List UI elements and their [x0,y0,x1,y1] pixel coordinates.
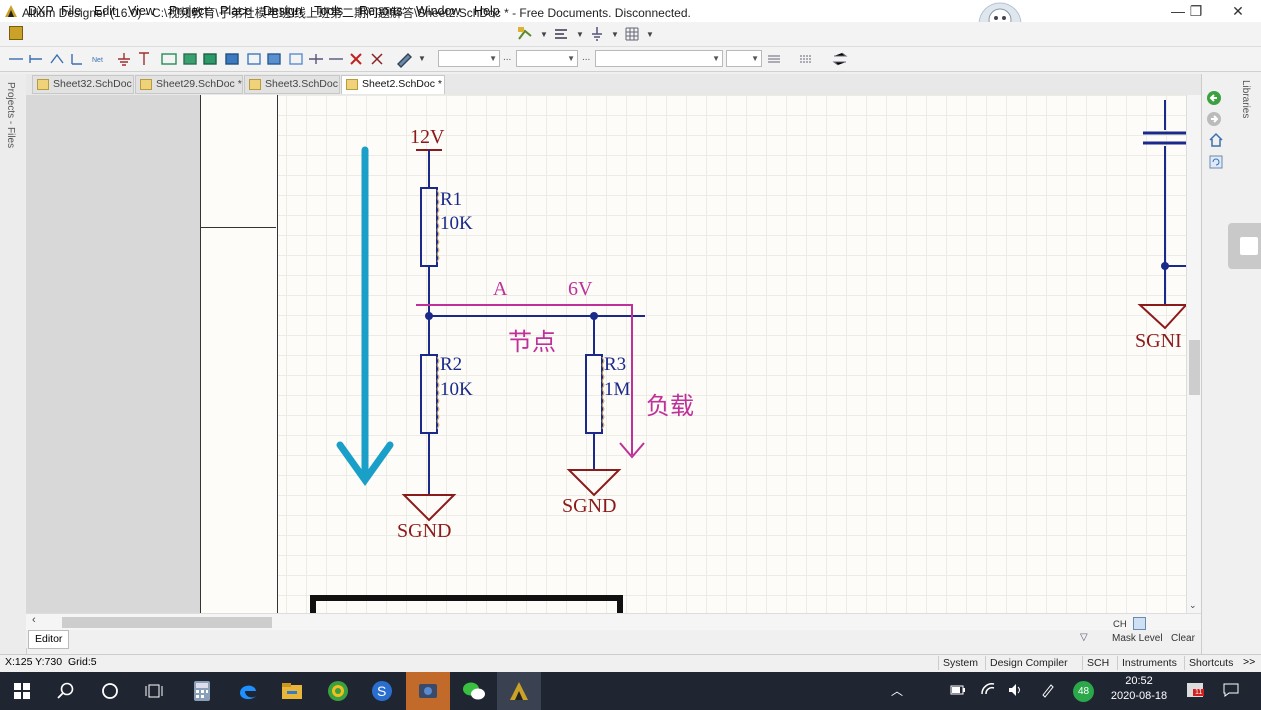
r2-value[interactable]: 10K [440,379,473,401]
more-panels-button[interactable]: >> [1243,656,1255,668]
cursor-coordinates: X:125 Y:730 [5,656,63,668]
design-compiler-button[interactable]: Design Compiler [985,656,1068,670]
scroll-down-icon[interactable]: ⌄ [1189,600,1197,611]
junction-dot [425,312,433,320]
ground-label-r3[interactable]: SGND [562,495,616,518]
clock-time: 20:52 [1125,675,1153,687]
battery-icon[interactable] [950,684,966,699]
badge-count: 48 [1077,686,1090,697]
cortana-icon[interactable] [88,672,132,710]
libraries-panel-tab[interactable]: Libraries [1240,80,1251,118]
refresh-icon[interactable] [1208,154,1224,173]
ground-label-r2[interactable]: SGND [397,520,451,543]
vertical-scrollbar[interactable] [1186,95,1202,613]
wifi-icon[interactable] [980,682,996,699]
scroll-thumb[interactable] [1189,340,1200,395]
recording-app-icon[interactable] [406,672,450,710]
sch-button[interactable]: SCH [1082,656,1109,670]
scroll-thumb[interactable] [62,617,272,628]
system-button[interactable]: System [938,656,978,670]
ch-toggle-icon[interactable] [1133,617,1146,630]
ch-label: CH [1113,619,1127,630]
svg-text:S: S [377,683,386,699]
browser-360-icon[interactable] [316,672,360,710]
horizontal-scrollbar[interactable] [26,613,1201,631]
editor-row [26,630,1201,648]
volume-icon[interactable] [1008,683,1024,700]
sogou-icon[interactable]: S [360,672,404,710]
r1-designator[interactable]: R1 [440,189,462,211]
notification-badge[interactable]: 48 [1073,681,1094,702]
clock-date: 2020-08-18 [1110,690,1168,702]
file-explorer-icon[interactable] [270,672,314,710]
r2-designator[interactable]: R2 [440,354,462,376]
edge-browser-icon[interactable] [226,672,270,710]
node-annotation: 节点 [508,328,556,356]
load-annotation: 负载 [646,392,694,420]
junction-dot [1161,262,1169,270]
ground-label-right[interactable]: SGNI [1135,330,1182,353]
schematic-drawing [310,100,1189,613]
wechat-icon[interactable] [452,672,496,710]
schematic-wires [416,100,1186,495]
r3-designator[interactable]: R3 [604,354,626,376]
power-port-label[interactable]: 12V [410,126,444,149]
mask-level-button[interactable]: Mask Level [1112,633,1163,644]
altium-taskbar-icon[interactable] [497,672,541,710]
forward-icon[interactable] [1206,111,1222,130]
home-icon[interactable] [1208,132,1224,151]
status-bar [0,654,1261,673]
instruments-button[interactable]: Instruments [1117,656,1177,670]
editor-tab[interactable]: Editor [28,630,70,649]
back-icon[interactable] [1206,90,1222,109]
clear-button[interactable]: Clear [1171,633,1195,644]
task-view-icon[interactable] [132,672,176,710]
calculator-icon[interactable] [180,672,224,710]
notif-count-badge: 11 [1193,689,1205,696]
search-icon[interactable] [44,672,88,710]
r1-value[interactable]: 10K [440,213,473,235]
scroll-left-icon[interactable]: ‹ [32,614,36,626]
show-hidden-icons[interactable]: ︿ [891,682,903,699]
action-center-icon[interactable] [1223,683,1239,700]
floating-clipboard-icon[interactable] [1228,223,1261,269]
app-notification-icon[interactable]: 11 [1187,683,1205,697]
node-voltage-label[interactable]: 6V [568,278,592,301]
r3-value[interactable]: 1M [604,379,630,401]
grid-size: Grid:5 [68,656,97,668]
pen-icon[interactable] [1040,682,1056,701]
windows-start-icon[interactable] [0,672,44,710]
junction-dot [590,312,598,320]
shortcuts-button[interactable]: Shortcuts [1184,656,1233,670]
clock[interactable]: 20:52 2020-08-18 [1104,675,1174,702]
node-label-a[interactable]: A [493,278,507,301]
filter-icon[interactable]: ▽ [1080,632,1088,643]
